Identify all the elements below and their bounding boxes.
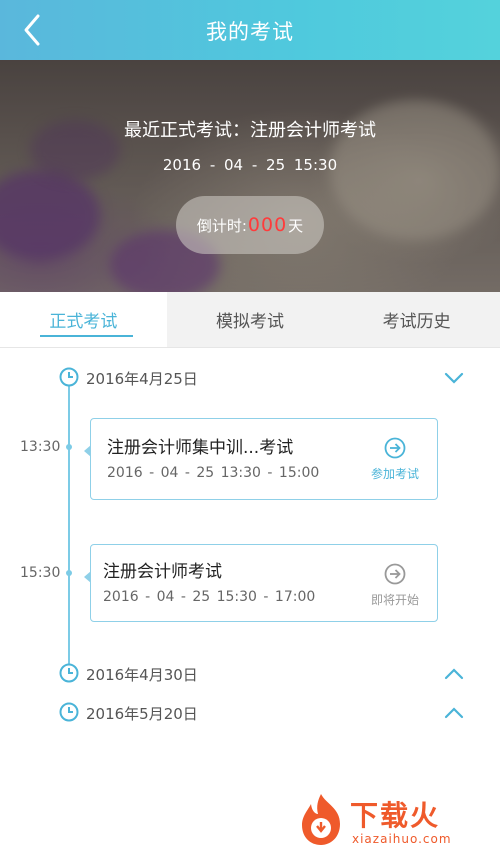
card-pointer — [84, 445, 91, 457]
timeline-dot — [66, 570, 72, 576]
exam-card[interactable]: 注册会计师考试 2016 - 04 - 25 15:30 - 17:00 即将开… — [84, 544, 438, 622]
countdown-label: 倒计时: — [196, 216, 247, 235]
active-tab-indicator — [40, 335, 133, 337]
page-title: 我的考试 — [206, 20, 294, 44]
chevron-up-icon[interactable] — [442, 705, 466, 721]
tab-label: 模拟考试 — [216, 312, 284, 332]
exam-schedule: 2016 - 04 - 25 13:30 - 15:00 — [107, 465, 320, 481]
tab-exam-history[interactable]: 考试历史 — [333, 292, 500, 347]
date-group-label: 2016年4月30日 — [86, 666, 198, 684]
card-pointer — [84, 571, 91, 583]
arrow-right-circle-icon — [384, 437, 406, 459]
exam-title: 注册会计师集中训...考试 — [107, 438, 294, 458]
timeline-dot — [66, 444, 72, 450]
countdown-value: 000 — [247, 214, 288, 236]
clock-icon — [59, 367, 79, 387]
flame-logo-icon — [302, 794, 340, 845]
countdown-unit: 天 — [288, 216, 304, 235]
chevron-down-icon[interactable] — [442, 370, 466, 386]
hero-banner: 最近正式考试：注册会计师考试 2016 - 04 - 25 15:30 倒计时:… — [0, 60, 500, 292]
exam-tabs: 正式考试 模拟考试 考试历史 — [0, 292, 500, 348]
countdown-badge: 倒计时: 000 天 — [176, 196, 324, 254]
exam-title: 注册会计师考试 — [103, 562, 222, 582]
tab-mock-exam[interactable]: 模拟考试 — [166, 292, 334, 347]
chevron-up-icon[interactable] — [442, 666, 466, 682]
tab-formal-exam[interactable]: 正式考试 — [0, 292, 167, 347]
exam-time-label: 13:30 — [20, 439, 61, 455]
app-header: 我的考试 — [0, 0, 500, 60]
watermark-url: xiazaihuo.com — [352, 832, 452, 846]
watermark-text: 下载火 — [350, 799, 441, 832]
exam-card[interactable]: 注册会计师集中训...考试 2016 - 04 - 25 13:30 - 15:… — [84, 418, 438, 500]
upcoming-status-label: 即将开始 — [370, 593, 419, 607]
exam-schedule: 2016 - 04 - 25 15:30 - 17:00 — [103, 589, 316, 605]
tab-label: 考试历史 — [382, 312, 451, 332]
timeline-line — [68, 385, 70, 665]
join-exam-label: 参加考试 — [370, 467, 419, 481]
recent-exam-datetime: 2016 - 04 - 25 15:30 — [162, 156, 338, 174]
date-group-label: 2016年4月25日 — [86, 370, 198, 388]
tab-label: 正式考试 — [49, 312, 118, 332]
arrow-right-circle-icon — [384, 563, 406, 585]
hero-overlay — [0, 60, 500, 292]
date-group-label: 2016年5月20日 — [86, 705, 198, 723]
recent-exam-title: 最近正式考试：注册会计师考试 — [124, 120, 376, 141]
upcoming-status: 即将开始 — [365, 563, 425, 608]
clock-icon — [59, 702, 79, 722]
watermark: 下载火 xiazaihuo.com — [296, 792, 492, 852]
exam-time-label: 15:30 — [20, 565, 61, 581]
clock-icon — [59, 663, 79, 683]
join-exam-button[interactable]: 参加考试 — [365, 437, 425, 482]
